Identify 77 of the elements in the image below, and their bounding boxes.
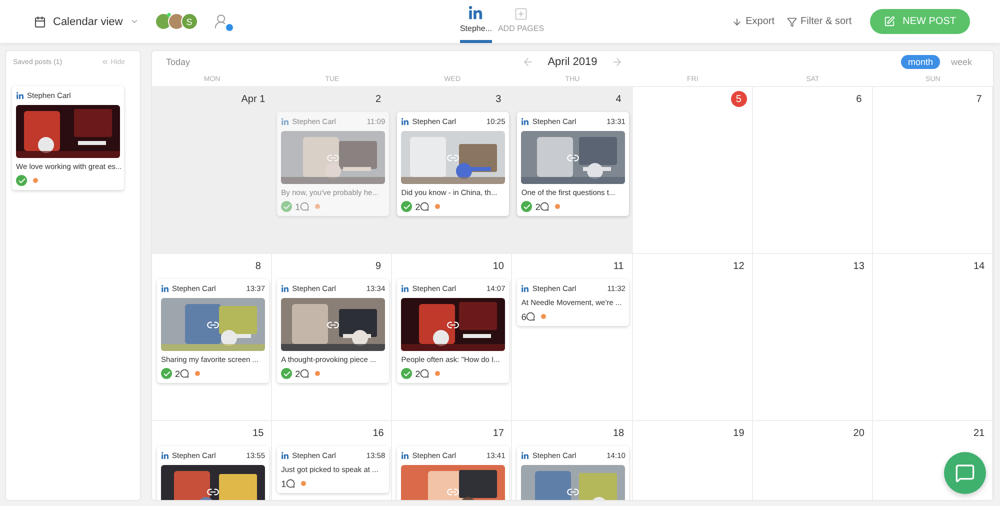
filter-sort-button[interactable]: Filter & sort — [786, 16, 852, 27]
day-number: 10 — [492, 260, 505, 274]
comment-icon — [300, 369, 310, 378]
day-number: 6 — [855, 92, 863, 106]
linkedin-icon — [281, 118, 290, 126]
linkedin-icon — [521, 118, 530, 126]
day-number: 5 — [730, 91, 747, 107]
day-number: Apr 1 — [240, 92, 266, 106]
chevron-down-icon — [130, 17, 139, 26]
day-number: 17 — [492, 426, 505, 440]
day-cell[interactable]: 13 — [752, 254, 873, 421]
comment-icon — [420, 369, 430, 378]
day-cell[interactable]: 7 — [872, 87, 993, 254]
linkedin-icon — [468, 6, 484, 21]
comment-count: 2 — [415, 368, 420, 378]
comment-count: 2 — [415, 202, 420, 212]
linkedin-icon — [401, 118, 410, 126]
month-title: April 2019 — [548, 56, 598, 68]
day-number: 8 — [254, 260, 262, 274]
linkedin-icon — [281, 284, 290, 292]
day-number: 19 — [732, 426, 746, 440]
pen-square-icon — [884, 16, 895, 27]
day-number: 4 — [614, 92, 622, 106]
comment-icon — [286, 479, 296, 488]
calendar-view-dropdown[interactable]: Calendar view — [34, 16, 139, 28]
next-month-button[interactable] — [611, 56, 624, 68]
plus-square-icon — [514, 7, 528, 21]
comment-count: 1 — [281, 478, 286, 488]
day-number: 12 — [732, 260, 746, 274]
day-number: 9 — [374, 260, 382, 274]
day-number: 16 — [372, 426, 385, 440]
comment-count: 2 — [295, 368, 300, 378]
day-number: 15 — [252, 426, 265, 440]
comment-count: 2 — [175, 368, 180, 378]
add-user-button[interactable] — [214, 13, 231, 30]
comment-icon — [180, 369, 190, 378]
linkedin-icon — [16, 92, 24, 100]
comment-icon — [526, 312, 536, 321]
comment-icon — [540, 202, 550, 211]
today-button[interactable]: Today — [166, 57, 190, 67]
day-cell[interactable]: 14 — [872, 254, 993, 421]
double-chevron-left-icon — [100, 58, 109, 66]
linkedin-icon — [161, 452, 169, 460]
linkedin-icon — [521, 284, 530, 292]
comment-icon — [420, 202, 430, 211]
calendar-icon — [34, 16, 46, 28]
day-number: 20 — [852, 426, 866, 440]
comment-count: 1 — [295, 202, 300, 212]
day-cell[interactable]: 20 — [752, 421, 873, 500]
linkedin-icon — [281, 452, 290, 460]
linkedin-icon — [161, 284, 169, 292]
export-button[interactable]: Export — [732, 16, 775, 27]
user-avatar[interactable] — [154, 13, 172, 30]
day-cell[interactable]: 12 — [632, 254, 753, 421]
day-number: 7 — [975, 92, 983, 106]
arrow-down-icon — [732, 16, 742, 26]
day-cell[interactable]: 19 — [632, 421, 753, 500]
day-number: 2 — [374, 92, 382, 106]
day-number: 18 — [612, 426, 626, 440]
comment-count: 6 — [521, 312, 526, 322]
day-number: 21 — [972, 426, 986, 440]
day-number: 13 — [852, 260, 866, 274]
linkedin-icon — [521, 452, 530, 460]
linkedin-icon — [401, 284, 410, 292]
day-number: 11 — [612, 260, 625, 274]
funnel-icon — [786, 16, 797, 26]
comment-count: 2 — [535, 202, 540, 212]
comment-icon — [300, 202, 310, 211]
day-number: 3 — [494, 92, 502, 106]
page-tab[interactable]: Stephe... — [460, 0, 492, 43]
day-cell[interactable]: 5 — [632, 87, 753, 254]
day-cell[interactable]: 6 — [752, 87, 873, 254]
chat-icon — [955, 463, 975, 483]
previous-month-button[interactable] — [522, 56, 534, 68]
day-cell[interactable]: Apr 1 — [152, 87, 272, 254]
day-number: 14 — [972, 260, 986, 274]
linkedin-icon — [401, 452, 410, 460]
